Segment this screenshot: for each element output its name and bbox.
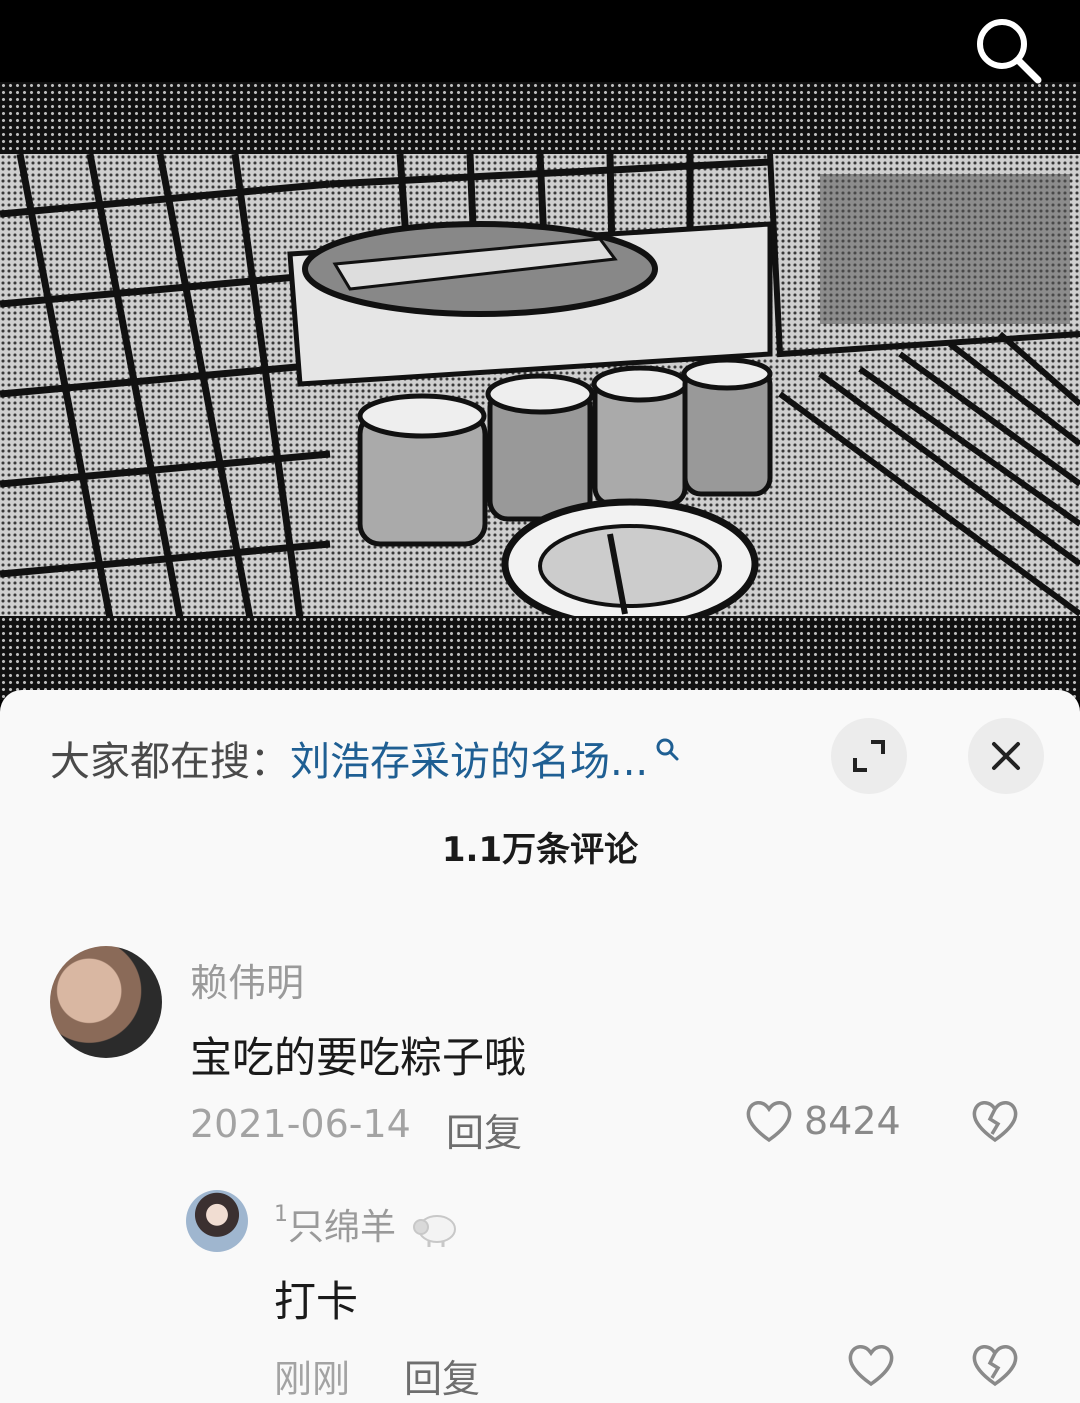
comment-text: 宝吃的要吃粽子哦 [190, 1033, 527, 1082]
expand-icon [853, 740, 885, 772]
close-icon [992, 742, 1020, 770]
comment-text: 打卡 [274, 1277, 359, 1326]
username-superscript: 1 [274, 1202, 288, 1227]
dislike-button[interactable] [970, 1098, 1020, 1148]
comment-username-row[interactable]: 1只绵羊 [274, 1198, 461, 1250]
comment-username[interactable]: 赖伟明 [190, 952, 304, 1007]
screen: 大家都在搜： 刘浩存采访的名场... 1.1万条评论 赖伟明 宝吃的要吃粽子哦 [0, 0, 1080, 1403]
heart-icon [746, 1101, 792, 1143]
comment-date: 刚刚 [274, 1357, 351, 1401]
expand-button[interactable] [831, 718, 907, 794]
sheep-emoji-icon [413, 1215, 457, 1247]
hot-search-row[interactable]: 大家都在搜： 刘浩存采访的名场... [50, 728, 680, 788]
kitchen-scene-illustration [0, 154, 1080, 618]
heart-icon [848, 1345, 894, 1387]
comment-username: 只绵羊 [288, 1207, 397, 1248]
reply-button[interactable]: 回复 [446, 1102, 522, 1157]
dislike-button[interactable] [970, 1342, 1020, 1392]
small-search-icon [656, 738, 679, 761]
comment-date: 2021-06-14 [190, 1102, 411, 1146]
comment-sheet: 大家都在搜： 刘浩存采访的名场... 1.1万条评论 赖伟明 宝吃的要吃粽子哦 [0, 690, 1080, 1403]
hot-search-prefix: 大家都在搜： [50, 739, 290, 785]
like-button[interactable] [846, 1342, 896, 1388]
video-player[interactable] [0, 0, 1080, 700]
video-search-button[interactable] [972, 14, 1046, 88]
broken-heart-icon [972, 1101, 1018, 1143]
reply-button[interactable]: 回复 [404, 1348, 480, 1403]
like-button[interactable]: 8424 [744, 1098, 901, 1144]
like-count: 8424 [804, 1099, 901, 1143]
hot-search-link[interactable]: 刘浩存采访的名场... [290, 729, 648, 787]
avatar[interactable] [186, 1190, 248, 1252]
broken-heart-icon [972, 1345, 1018, 1387]
video-halftone-band-bottom [0, 616, 1080, 700]
video-frame-scene [0, 154, 1080, 618]
avatar[interactable] [50, 946, 162, 1058]
close-button[interactable] [968, 718, 1044, 794]
comment-count-title: 1.1万条评论 [441, 830, 639, 870]
search-icon [977, 19, 1042, 84]
video-halftone-band-top [0, 82, 1080, 156]
